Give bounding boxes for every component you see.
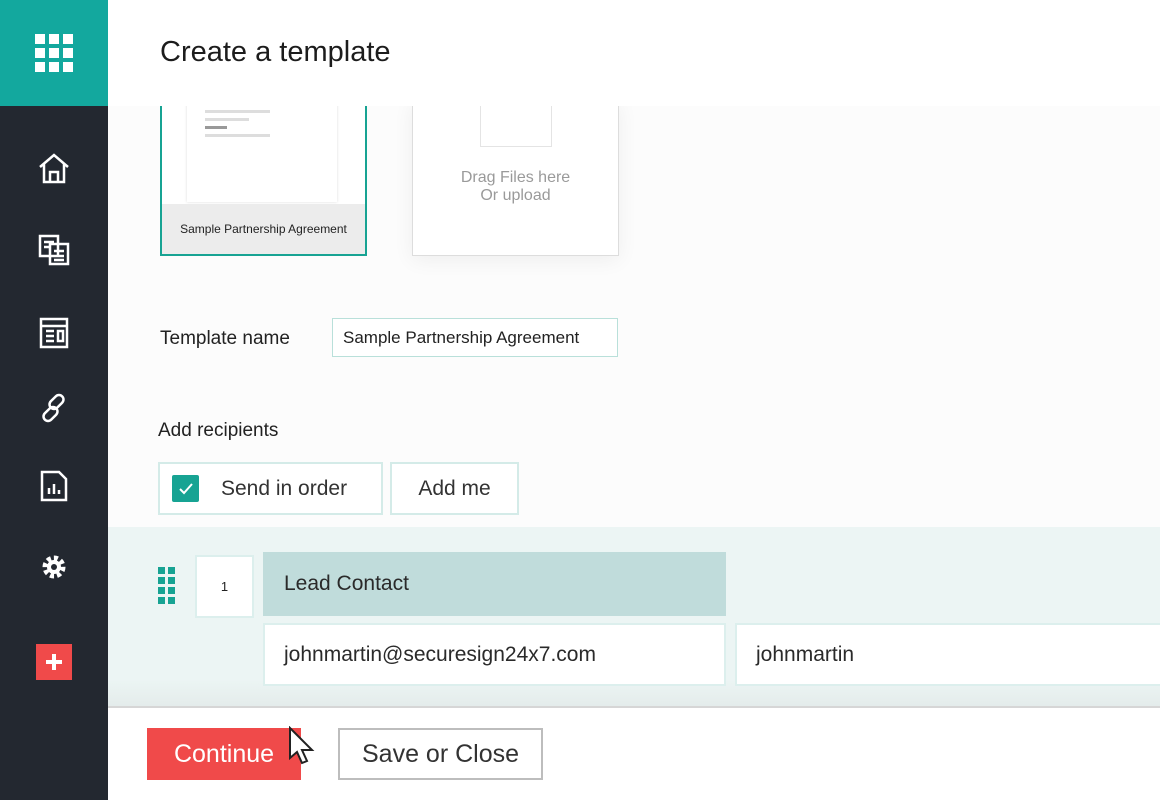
sidebar-item-reports[interactable] — [34, 466, 74, 506]
drag-handle-icon[interactable] — [158, 567, 175, 604]
link-icon — [42, 393, 65, 423]
templates-icon — [39, 317, 69, 349]
document-thumbnail — [187, 102, 337, 202]
send-in-order-checkbox[interactable] — [172, 475, 199, 502]
sidebar — [0, 0, 108, 800]
save-or-close-button[interactable]: Save or Close — [338, 728, 543, 780]
recipient-role[interactable]: Lead Contact — [263, 552, 726, 616]
header: Create a template — [108, 0, 1160, 106]
recipient-name-input[interactable]: johnmartin — [735, 623, 1160, 686]
template-name-label: Template name — [160, 328, 290, 349]
documents-icon — [38, 234, 70, 266]
footer: Continue Save or Close — [108, 706, 1160, 800]
main-content: Sample Partnership Agreement Drag Files … — [108, 100, 1160, 706]
sidebar-item-templates[interactable] — [34, 313, 74, 353]
sidebar-item-documents[interactable] — [34, 230, 74, 270]
recipient-email-input[interactable]: johnmartin@securesign24x7.com — [263, 623, 726, 686]
sidebar-add-button[interactable] — [36, 644, 72, 680]
template-name-input[interactable] — [332, 318, 618, 357]
settings-icon — [42, 555, 66, 579]
mouse-cursor-icon — [289, 726, 315, 765]
send-in-order-label: Send in order — [221, 476, 348, 500]
plus-icon — [46, 654, 62, 670]
check-icon — [178, 482, 193, 494]
app-launcher-button[interactable] — [0, 0, 108, 106]
upload-text-drag: Drag Files here — [460, 169, 571, 186]
upload-link[interactable]: Or upload — [413, 187, 618, 205]
apps-grid-icon — [35, 34, 73, 72]
add-me-button[interactable]: Add me — [390, 462, 519, 515]
sidebar-item-home[interactable] — [34, 148, 74, 188]
reports-icon — [40, 470, 68, 502]
document-name: Sample Partnership Agreement — [162, 204, 365, 254]
continue-button[interactable]: Continue — [147, 728, 301, 780]
upload-dropzone[interactable]: Drag Files here Or upload — [412, 100, 619, 256]
sidebar-item-links[interactable] — [34, 388, 74, 428]
page-title: Create a template — [160, 36, 391, 68]
recipient-row: 1 Lead Contact johnmartin@securesign24x7… — [108, 527, 1160, 706]
document-card-selected[interactable]: Sample Partnership Agreement — [160, 100, 367, 256]
sidebar-item-settings[interactable] — [34, 547, 74, 587]
add-recipients-label: Add recipients — [158, 420, 279, 441]
send-in-order-toggle[interactable]: Send in order — [158, 462, 383, 515]
upload-file-icon — [480, 101, 552, 147]
recipient-order-input[interactable]: 1 — [195, 555, 254, 618]
home-icon — [39, 153, 69, 184]
